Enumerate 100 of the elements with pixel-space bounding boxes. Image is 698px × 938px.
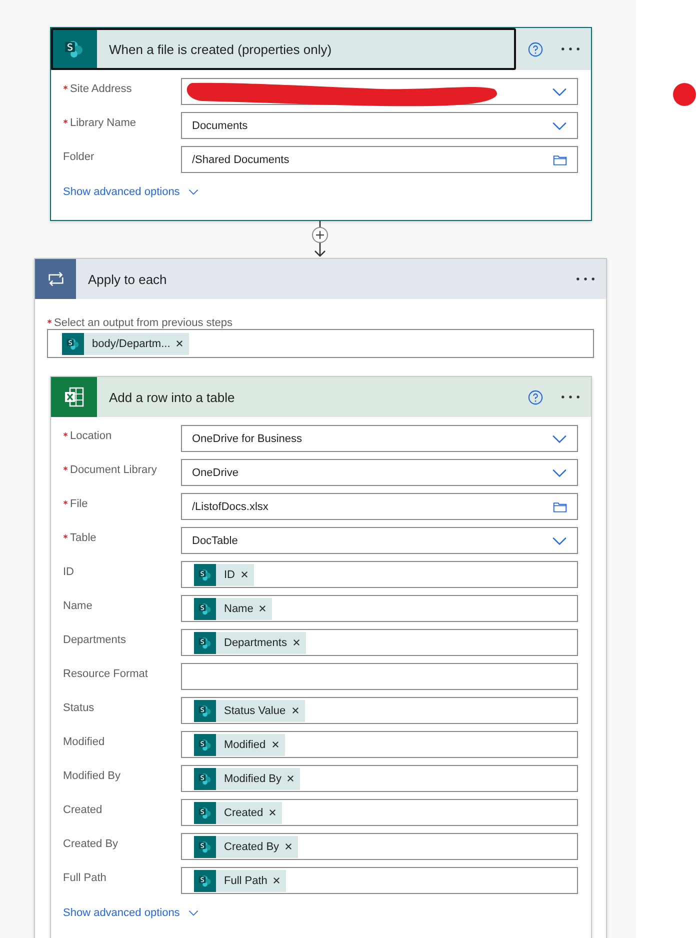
remove-icon[interactable] (292, 639, 300, 646)
folder-icon[interactable] (553, 154, 567, 166)
token-chip[interactable]: Created (194, 802, 282, 824)
chevron-down-icon[interactable] (552, 122, 567, 130)
help-icon[interactable] (528, 42, 543, 56)
chevron-down-icon[interactable] (552, 536, 567, 544)
remove-icon[interactable] (272, 741, 279, 748)
sharepoint-icon (197, 736, 213, 752)
sharepoint-icon (197, 566, 213, 582)
sharepoint-icon (197, 872, 213, 888)
field-label: Created (63, 803, 104, 816)
input-field[interactable]: Name (181, 595, 578, 622)
field-value: /Shared Documents (192, 154, 290, 166)
sharepoint-icon (197, 838, 213, 854)
input-field[interactable]: DocTable (181, 527, 578, 554)
more-icon[interactable] (576, 277, 595, 281)
sharepoint-icon (197, 634, 213, 650)
required-icon (63, 534, 68, 539)
remove-icon[interactable] (259, 605, 266, 612)
more-icon[interactable] (561, 47, 580, 51)
token-label: ID (223, 568, 236, 580)
required-icon (63, 85, 68, 90)
remove-icon[interactable] (273, 877, 280, 884)
field-label: Status (63, 701, 96, 714)
token-label: Created (223, 806, 264, 818)
field-label: File (63, 493, 181, 510)
token-chip[interactable]: Modified (194, 734, 285, 756)
remove-icon[interactable] (176, 340, 184, 347)
loop-icon (46, 269, 66, 289)
field-label: Resource Format (63, 667, 149, 680)
remove-icon[interactable] (287, 775, 294, 782)
input-field[interactable]: OneDrive for Business (181, 425, 578, 452)
chevron-down-icon[interactable] (552, 434, 567, 442)
token-chip[interactable]: Departments (194, 632, 306, 654)
input-field[interactable] (181, 78, 578, 105)
token-chip[interactable]: ID (194, 564, 254, 586)
input-field[interactable]: ID (181, 561, 578, 588)
field-value: OneDrive (192, 466, 238, 478)
field-label: Library Name (63, 112, 181, 129)
field-value: /ListofDocs.xlsx (192, 500, 268, 512)
input-field[interactable]: body/Departm... (47, 329, 594, 358)
field-label: Table (63, 527, 181, 544)
token-label: Full Path (223, 874, 268, 886)
input-field[interactable]: /Shared Documents (181, 146, 578, 173)
input-field[interactable]: Documents (181, 112, 578, 139)
chevron-down-icon[interactable] (188, 910, 199, 916)
sharepoint-icon (197, 600, 213, 616)
token-chip[interactable]: Full Path (194, 870, 286, 892)
field-label: Name (63, 599, 94, 612)
add-step-connector[interactable] (310, 221, 330, 258)
input-field[interactable]: Modified (181, 731, 578, 758)
required-icon (63, 466, 68, 471)
token-chip[interactable]: body/Departm... (62, 332, 190, 354)
required-icon (63, 119, 68, 124)
input-field[interactable]: Status Value (181, 697, 578, 724)
token-label: Name (223, 602, 254, 614)
chevron-down-icon[interactable] (188, 189, 199, 195)
field-label: Created By (63, 837, 120, 850)
token-chip[interactable]: Created By (194, 836, 298, 858)
token-label: Modified By (223, 772, 282, 784)
chevron-down-icon[interactable] (552, 468, 567, 476)
sharepoint-icon (197, 804, 213, 820)
sharepoint-icon (197, 770, 213, 786)
card-title: Apply to each (88, 272, 167, 286)
chevron-down-icon[interactable] (552, 88, 567, 96)
input-field[interactable]: Created (181, 799, 578, 826)
input-field[interactable]: OneDrive (181, 459, 578, 486)
remove-icon[interactable] (292, 707, 299, 714)
field-value: DocTable (192, 534, 238, 546)
sharepoint-icon (197, 702, 213, 718)
token-label: Departments (223, 636, 288, 648)
input-field[interactable]: /ListofDocs.xlsx (181, 493, 578, 520)
input-field[interactable]: Full Path (181, 867, 578, 894)
token-label: Created By (223, 840, 280, 852)
field-label: Modified By (63, 769, 122, 782)
token-label: Status Value (223, 704, 287, 716)
token-label: Modified (223, 738, 267, 750)
token-chip[interactable]: Modified By (194, 768, 300, 790)
token-label: body/Departm... (91, 338, 172, 350)
sharepoint-icon (65, 336, 81, 352)
field-label: Site Address (63, 78, 181, 95)
input-field[interactable]: Created By (181, 833, 578, 860)
help-icon[interactable] (528, 390, 543, 404)
field-label: Document Library (63, 459, 181, 476)
input-field[interactable]: Modified By (181, 765, 578, 792)
record-dot (673, 83, 696, 106)
input-field[interactable]: Departments (181, 629, 578, 656)
folder-icon[interactable] (553, 500, 567, 512)
remove-icon[interactable] (241, 571, 248, 578)
more-icon[interactable] (561, 395, 580, 399)
token-chip[interactable]: Name (194, 598, 272, 620)
card-title: When a file is created (properties only) (109, 42, 332, 56)
advanced-options-link[interactable]: Show advanced options (63, 907, 199, 919)
remove-icon[interactable] (269, 809, 276, 816)
remove-icon[interactable] (285, 843, 292, 850)
token-chip[interactable]: Status Value (194, 700, 305, 722)
field-label: Modified (63, 735, 106, 748)
input-field[interactable] (181, 663, 578, 690)
excel-icon (62, 385, 86, 409)
advanced-options-link[interactable]: Show advanced options (63, 186, 199, 198)
